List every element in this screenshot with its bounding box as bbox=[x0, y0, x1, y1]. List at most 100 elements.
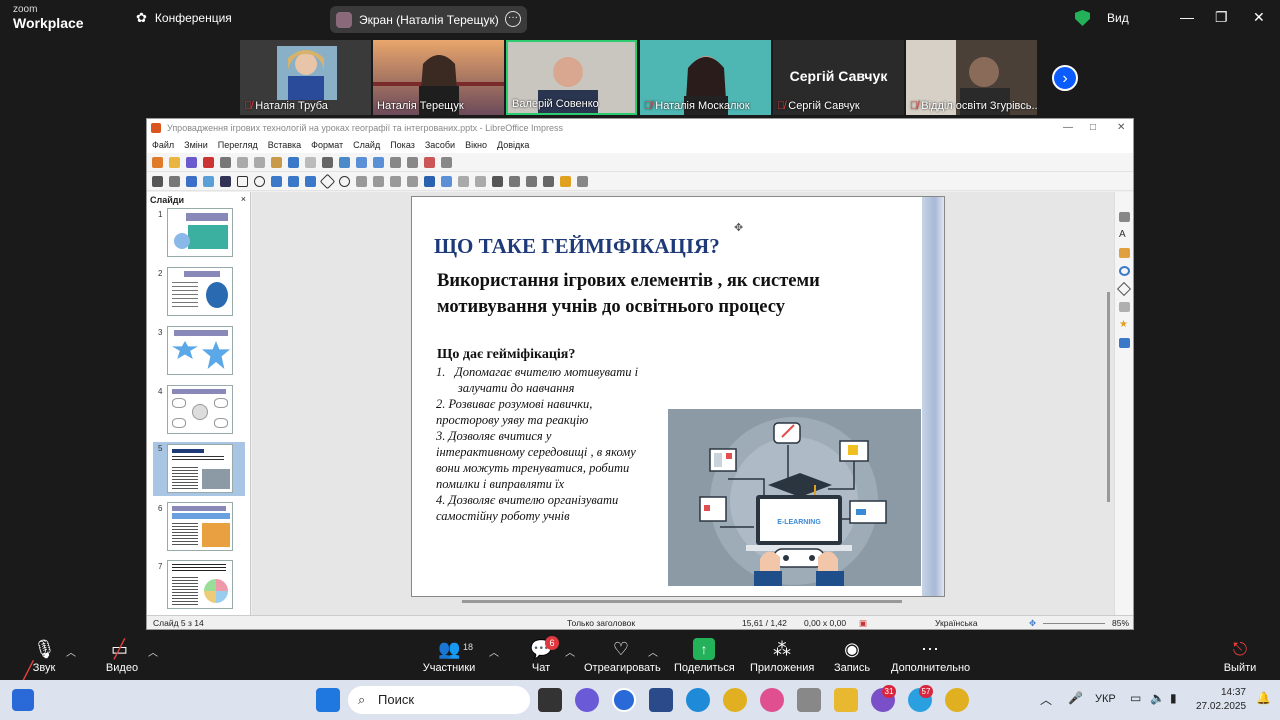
redo-icon[interactable] bbox=[305, 156, 316, 168]
document-modified-icon[interactable]: ▣ bbox=[859, 618, 867, 629]
spellcheck-icon[interactable] bbox=[339, 156, 350, 168]
lo-minimize-icon[interactable]: — bbox=[1063, 119, 1073, 137]
slide-benefits-list[interactable]: 1. Допомагає вчителю мотивувати і залуча… bbox=[436, 364, 671, 524]
vertical-scrollbar[interactable] bbox=[1107, 292, 1110, 502]
zoom-icon[interactable] bbox=[169, 175, 180, 187]
menu-slide[interactable]: Слайд bbox=[353, 140, 380, 150]
master-slide-icon[interactable] bbox=[407, 156, 418, 168]
gallery-icon[interactable] bbox=[1119, 248, 1130, 258]
transformations-icon[interactable] bbox=[543, 175, 554, 187]
fit-slide-icon[interactable]: ✥ bbox=[1029, 618, 1036, 629]
find-icon[interactable] bbox=[322, 156, 333, 168]
menu-edit[interactable]: Зміни bbox=[184, 140, 208, 150]
status-zoom[interactable]: 85% bbox=[1112, 618, 1129, 628]
audio-button[interactable]: 🎙╱ Звук bbox=[23, 630, 63, 681]
participants-options-chevron-icon[interactable]: ︿ bbox=[489, 644, 499, 659]
3d-objects-icon[interactable] bbox=[424, 175, 435, 187]
settings-app-icon[interactable] bbox=[797, 688, 821, 712]
file-explorer-icon[interactable] bbox=[834, 688, 858, 712]
record-button[interactable]: ◉ Запись bbox=[832, 630, 872, 680]
undo-icon[interactable] bbox=[288, 156, 299, 168]
copy-icon[interactable] bbox=[254, 156, 265, 168]
zoom-app-icon[interactable] bbox=[612, 688, 636, 712]
participant-tile[interactable]: 🎙̸ Наталія Москалюк bbox=[640, 40, 771, 115]
line-color-icon[interactable] bbox=[186, 175, 197, 187]
slide-thumbnail-selected[interactable]: 5 bbox=[153, 442, 245, 496]
participant-tile[interactable]: Сергій Савчук 🎙̸ Сергій Савчук bbox=[773, 40, 904, 115]
menu-insert[interactable]: Вставка bbox=[268, 140, 301, 150]
browser-icon[interactable] bbox=[760, 688, 784, 712]
menu-file[interactable]: Файл bbox=[152, 140, 174, 150]
animation-icon[interactable] bbox=[1119, 302, 1130, 312]
network-icon[interactable]: ▭ bbox=[1130, 691, 1141, 705]
line-icon[interactable] bbox=[220, 175, 231, 187]
new-icon[interactable] bbox=[152, 156, 163, 168]
align-icon[interactable] bbox=[458, 175, 469, 187]
next-participants-arrow-icon[interactable]: › bbox=[1052, 65, 1078, 91]
glue-points-icon[interactable] bbox=[577, 175, 588, 187]
status-language[interactable]: Українська bbox=[935, 618, 978, 628]
select-icon[interactable] bbox=[152, 175, 163, 187]
connector-icon[interactable] bbox=[305, 175, 316, 187]
conference-button[interactable]: ✿ Конференция bbox=[136, 10, 232, 26]
cut-icon[interactable] bbox=[237, 156, 248, 168]
horizontal-scrollbar[interactable] bbox=[462, 600, 902, 603]
start-menu-icon[interactable] bbox=[316, 688, 340, 712]
more-options-icon[interactable]: ··· bbox=[505, 11, 521, 27]
battery-icon[interactable]: ▮ bbox=[1170, 691, 1177, 705]
navigator-icon[interactable] bbox=[1119, 266, 1130, 276]
view-button[interactable]: Вид bbox=[1107, 11, 1129, 25]
grid-icon[interactable] bbox=[356, 156, 367, 168]
slide-thumbnail[interactable]: 2 bbox=[153, 267, 245, 319]
slide-thumbnail[interactable]: 6 bbox=[153, 502, 245, 554]
paste-icon[interactable] bbox=[271, 156, 282, 168]
slide-editing-area[interactable]: ✥ ЩО ТАКЕ ГЕЙМІФІКАЦІЯ? Використання ігр… bbox=[252, 192, 1114, 617]
slide-thumbnail[interactable]: 7 bbox=[153, 560, 245, 612]
curve-icon[interactable] bbox=[288, 175, 299, 187]
store-icon[interactable] bbox=[649, 688, 673, 712]
stars-icon[interactable] bbox=[407, 175, 418, 187]
audio-options-chevron-icon[interactable]: ︿ bbox=[66, 644, 76, 659]
slide-layout-icon[interactable] bbox=[441, 156, 452, 168]
master-slides-icon[interactable]: ★ bbox=[1119, 320, 1130, 330]
ellipse-icon[interactable] bbox=[254, 175, 265, 187]
video-button[interactable]: ▭╱ Видео bbox=[100, 630, 144, 680]
helplines-icon[interactable] bbox=[373, 156, 384, 168]
rectangle-icon[interactable] bbox=[237, 175, 248, 187]
slide-transition-icon[interactable] bbox=[1119, 338, 1130, 348]
screen-share-indicator[interactable]: Экран (Наталія Терещук) ··· bbox=[330, 6, 527, 33]
slide-thumbnail[interactable]: 3 bbox=[153, 326, 245, 378]
participant-tile-active-speaker[interactable]: Валерій Совенко bbox=[506, 40, 637, 115]
video-options-chevron-icon[interactable]: ︿ bbox=[148, 644, 158, 659]
volume-icon[interactable]: 🔈 bbox=[1150, 691, 1165, 705]
current-slide[interactable]: ✥ ЩО ТАКЕ ГЕЙМІФІКАЦІЯ? Використання ігр… bbox=[411, 196, 945, 597]
maximize-icon[interactable]: ❐ bbox=[1215, 9, 1228, 26]
apps-button[interactable]: ⁂ Приложения bbox=[750, 630, 814, 680]
arrow-icon[interactable] bbox=[271, 175, 282, 187]
menu-tools[interactable]: Засоби bbox=[425, 140, 455, 150]
symbol-shapes-icon[interactable] bbox=[339, 175, 350, 187]
edge-icon[interactable] bbox=[686, 688, 710, 712]
menu-format[interactable]: Формат bbox=[311, 140, 343, 150]
slide-title[interactable]: ЩО ТАКЕ ГЕЙМІФІКАЦІЯ? bbox=[434, 234, 720, 259]
chat-options-chevron-icon[interactable]: ︿ bbox=[565, 644, 575, 659]
taskview-widget-icon[interactable] bbox=[12, 689, 34, 711]
more-button[interactable]: ⋯ Дополнительно bbox=[891, 630, 970, 680]
leave-button[interactable]: ⎋ Выйти bbox=[1222, 630, 1258, 680]
participant-tile[interactable]: 🎙̸ Відділ освіти Згурівсь... bbox=[906, 40, 1037, 115]
close-icon[interactable]: ✕ bbox=[1253, 9, 1265, 26]
teams-icon[interactable] bbox=[575, 688, 599, 712]
notifications-icon[interactable]: 🔔 bbox=[1256, 691, 1271, 705]
react-button[interactable]: ♡ Отреагировать bbox=[584, 630, 661, 680]
export-pdf-icon[interactable] bbox=[203, 156, 214, 168]
callouts-icon[interactable] bbox=[390, 175, 401, 187]
tray-overflow-chevron-icon[interactable]: ︿ bbox=[1040, 691, 1052, 708]
menu-window[interactable]: Вікно bbox=[465, 140, 487, 150]
taskbar-search[interactable]: ⌕ Поиск bbox=[348, 686, 530, 714]
lo-maximize-icon[interactable]: □ bbox=[1090, 119, 1096, 137]
elearning-illustration[interactable]: E-LEARNING bbox=[668, 409, 921, 586]
display-views-icon[interactable] bbox=[390, 156, 401, 168]
task-view-icon[interactable] bbox=[538, 688, 562, 712]
menu-show[interactable]: Показ bbox=[390, 140, 415, 150]
properties-icon[interactable] bbox=[1119, 212, 1130, 222]
